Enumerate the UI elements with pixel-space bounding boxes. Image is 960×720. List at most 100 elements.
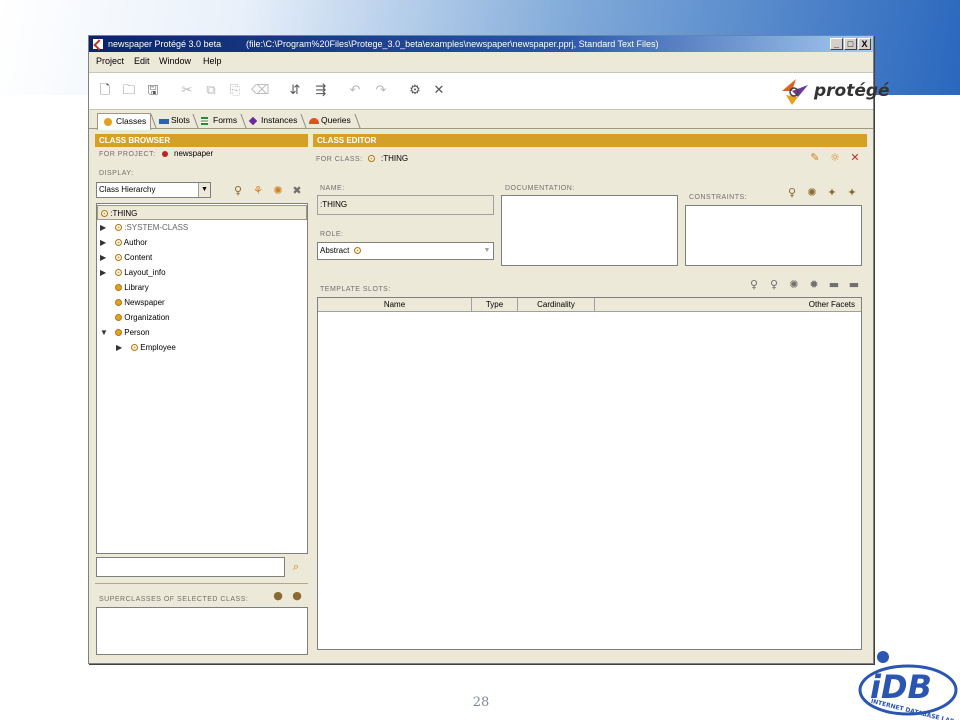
create-subclass-icon[interactable]: ⚘: [252, 185, 264, 197]
expand-icon[interactable]: ▶: [116, 340, 124, 355]
dropdown-arrow-icon[interactable]: ▼: [198, 183, 210, 197]
slot-tab-icon: [159, 119, 169, 124]
paste-icon[interactable]: ⎘: [227, 83, 243, 99]
abstract-icon: [353, 247, 361, 255]
delete-icon[interactable]: ⌫: [251, 83, 269, 99]
collapse-icon[interactable]: ▼: [100, 325, 108, 340]
tree-row-content[interactable]: ▶ Content: [97, 250, 307, 265]
add-constraint-icon[interactable]: ✦: [826, 187, 838, 199]
tree-row-system-class[interactable]: ▶ :SYSTEM-CLASS: [97, 220, 307, 235]
remove-superclass-icon[interactable]: ●: [291, 590, 303, 602]
new-file-icon[interactable]: 🗋: [97, 83, 113, 99]
cut-icon[interactable]: ✂: [179, 83, 195, 99]
create-class-icon[interactable]: ✺: [272, 185, 284, 197]
tree-row-layout-info[interactable]: ▶ Layout_info: [97, 265, 307, 280]
expand-icon[interactable]: ▶: [100, 265, 108, 280]
create-slot-icon[interactable]: ✺: [788, 279, 800, 291]
column-cardinality[interactable]: Cardinality: [518, 298, 595, 312]
column-type[interactable]: Type: [472, 298, 518, 312]
window-title: newspaper Protégé 3.0 beta: [108, 39, 222, 49]
maximize-button[interactable]: □: [844, 38, 857, 50]
documentation-field[interactable]: [501, 195, 678, 266]
hide-class-icon[interactable]: ☼: [829, 152, 841, 164]
edit-class-icon[interactable]: ✎: [809, 152, 821, 164]
window-path: (file:\C:\Program%20Files\Protege_3.0_be…: [246, 39, 659, 49]
tree-row-author[interactable]: ▶ Author: [97, 235, 307, 250]
tab-instances[interactable]: Instances: [243, 113, 303, 129]
open-folder-icon[interactable]: 🗀: [121, 83, 137, 99]
divider: [95, 583, 308, 584]
for-class-value: :THING: [381, 154, 409, 163]
metaclass-icon: [368, 155, 375, 162]
binoculars-icon[interactable]: ⌕: [290, 561, 302, 573]
expand-icon[interactable]: ▶: [100, 220, 108, 235]
tab-forms[interactable]: Forms: [195, 113, 243, 129]
menu-window[interactable]: Window: [159, 52, 191, 70]
role-select[interactable]: Abstract ▼: [317, 242, 494, 260]
class-browser-header: CLASS BROWSER: [95, 134, 308, 147]
project-icon: [162, 151, 168, 157]
create-constraint-icon[interactable]: ✺: [806, 187, 818, 199]
documentation-label: DOCUMENTATION:: [505, 185, 575, 192]
tab-queries[interactable]: Queries: [303, 113, 357, 129]
add-superclass-icon[interactable]: ●: [272, 590, 284, 602]
view-class-references-icon[interactable]: ♀: [232, 185, 244, 197]
class-tab-icon: [104, 118, 112, 126]
configure-icon[interactable]: ⚙: [407, 83, 423, 99]
tree-row-organization[interactable]: Organization: [97, 310, 307, 325]
undo-icon[interactable]: ↶: [347, 83, 363, 99]
for-class-label: FOR CLASS:: [316, 156, 363, 163]
metaclass-icon: [115, 224, 122, 232]
view-top-slot-icon[interactable]: ♀: [768, 279, 780, 291]
remove-class-icon[interactable]: ✕: [849, 152, 861, 164]
project-name: newspaper: [174, 149, 214, 158]
remove-slot-icon[interactable]: ▬: [828, 279, 840, 291]
idb-logo: iDB INTERNET DATABASE LAB.: [848, 648, 960, 720]
display-select[interactable]: Class Hierarchy ▼: [96, 182, 211, 198]
dropdown-arrow-icon[interactable]: ▼: [481, 243, 493, 259]
constraints-list: [685, 205, 862, 266]
column-name[interactable]: Name: [318, 298, 472, 312]
menu-help[interactable]: Help: [203, 52, 222, 70]
remove-constraint-icon[interactable]: ✦: [846, 187, 858, 199]
include-project-icon[interactable]: ⇶: [313, 83, 329, 99]
class-icon: [115, 314, 122, 322]
save-icon[interactable]: 🖫: [145, 83, 161, 99]
class-icon: [115, 254, 122, 262]
protege-logo-mark: [782, 79, 808, 105]
class-editor-header: CLASS EDITOR: [313, 134, 867, 147]
protege-logo: protégé: [778, 75, 890, 107]
tab-slots[interactable]: Slots: [153, 113, 195, 129]
close-button[interactable]: X: [858, 38, 871, 50]
tree-row-employee[interactable]: ▶ Employee: [97, 340, 307, 355]
class-icon: [115, 269, 122, 277]
add-slot-icon[interactable]: ✹: [808, 279, 820, 291]
table-header: Name Type Cardinality Other Facets: [318, 298, 861, 312]
window-titlebar[interactable]: newspaper Protégé 3.0 beta (file:\C:\Pro…: [89, 36, 873, 52]
menu-project[interactable]: Project: [96, 52, 124, 70]
column-other-facets[interactable]: Other Facets: [595, 298, 861, 312]
view-constraint-icon[interactable]: ♀: [786, 187, 798, 199]
expand-icon[interactable]: ▶: [100, 235, 108, 250]
copy-icon[interactable]: ⧉: [203, 83, 219, 99]
menu-edit[interactable]: Edit: [134, 52, 150, 70]
minimize-button[interactable]: _: [830, 38, 843, 50]
toolbar: 🗋 🗀 🖫 ✂ ⧉ ⎘ ⌫ ⇵ ⇶ ↶ ↷ ⚙ ✕ protégé: [89, 72, 890, 110]
override-slot-icon[interactable]: ▬: [848, 279, 860, 291]
close-project-icon[interactable]: ✕: [431, 83, 447, 99]
insert-project-icon[interactable]: ⇵: [287, 83, 303, 99]
tab-classes[interactable]: Classes: [97, 113, 151, 130]
form-tab-icon: [201, 117, 208, 125]
expand-icon[interactable]: ▶: [100, 250, 108, 265]
tree-row-thing[interactable]: :THING: [97, 205, 307, 220]
delete-class-icon[interactable]: ✖: [291, 185, 303, 197]
tree-row-newspaper[interactable]: Newspaper: [97, 295, 307, 310]
template-slots-label: TEMPLATE SLOTS:: [320, 286, 391, 293]
tree-row-person[interactable]: ▼ Person: [97, 325, 307, 340]
view-slot-icon[interactable]: ♀: [748, 279, 760, 291]
protege-wordmark: protégé: [814, 81, 890, 101]
tree-row-library[interactable]: Library: [97, 280, 307, 295]
class-search-input[interactable]: [96, 557, 285, 577]
name-field[interactable]: :THING: [317, 195, 494, 215]
redo-icon[interactable]: ↷: [373, 83, 389, 99]
